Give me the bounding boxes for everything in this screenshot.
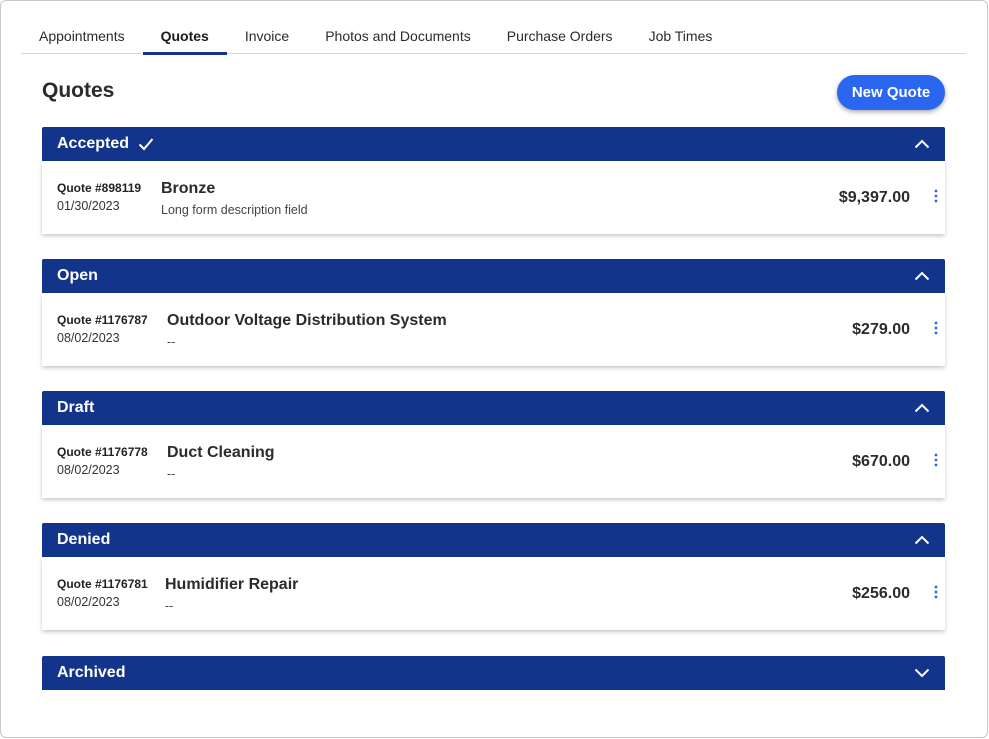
- chevron-up-icon[interactable]: [914, 535, 930, 545]
- tab-purchase-orders[interactable]: Purchase Orders: [489, 18, 631, 53]
- group-header-archived[interactable]: Archived: [42, 656, 945, 690]
- quote-description: --: [167, 335, 176, 349]
- chevron-up-icon[interactable]: [914, 139, 930, 149]
- quote-number: Quote #1176781: [57, 577, 148, 591]
- more-options-icon[interactable]: [933, 453, 939, 467]
- quote-date: 08/02/2023: [57, 463, 120, 477]
- quote-card[interactable]: Quote #1176781 08/02/2023 Humidifier Rep…: [42, 557, 945, 630]
- more-options-icon[interactable]: [933, 189, 939, 203]
- quote-date: 08/02/2023: [57, 331, 120, 345]
- chevron-up-icon[interactable]: [914, 403, 930, 413]
- tab-job-times[interactable]: Job Times: [631, 18, 731, 53]
- quote-title: Bronze: [161, 180, 216, 197]
- quote-amount: $256.00: [852, 585, 910, 602]
- quote-group-open: Open Quote #1176787 08/02/2023 Outdoor V…: [42, 259, 945, 366]
- page-title: Quotes: [42, 79, 115, 102]
- group-label: Archived: [57, 664, 126, 681]
- tab-invoice[interactable]: Invoice: [227, 18, 307, 53]
- quote-group-accepted: Accepted Quote #898119 01/30/2023 Bronze…: [42, 127, 945, 234]
- group-label: Draft: [57, 399, 95, 416]
- quote-card[interactable]: Quote #1176778 08/02/2023 Duct Cleaning …: [42, 425, 945, 498]
- group-label: Denied: [57, 531, 111, 548]
- tab-appointments[interactable]: Appointments: [21, 18, 143, 53]
- quote-title: Duct Cleaning: [167, 444, 275, 461]
- new-quote-button[interactable]: New Quote: [837, 75, 945, 110]
- quote-title: Outdoor Voltage Distribution System: [167, 312, 447, 329]
- quote-card[interactable]: Quote #898119 01/30/2023 Bronze Long for…: [42, 161, 945, 234]
- quote-title: Humidifier Repair: [165, 576, 299, 593]
- group-header-denied[interactable]: Denied: [42, 523, 945, 557]
- quote-description: --: [167, 467, 176, 481]
- quote-amount: $670.00: [852, 453, 910, 470]
- quote-number: Quote #898119: [57, 181, 142, 195]
- group-label: Accepted: [57, 135, 130, 152]
- tab-quotes[interactable]: Quotes: [142, 18, 228, 55]
- quote-number: Quote #1176778: [57, 445, 148, 459]
- quote-card[interactable]: Quote #1176787 08/02/2023 Outdoor Voltag…: [42, 293, 945, 366]
- more-options-icon[interactable]: [933, 585, 939, 599]
- chevron-down-icon[interactable]: [914, 668, 930, 678]
- quote-group-draft: Draft Quote #1176778 08/02/2023 Duct Cle…: [42, 391, 945, 498]
- group-label: Open: [57, 267, 98, 284]
- quote-date: 08/02/2023: [57, 595, 120, 609]
- quote-number: Quote #1176787: [57, 313, 148, 327]
- quote-date: 01/30/2023: [57, 199, 120, 213]
- quotes-panel: Appointments Quotes Invoice Photos and D…: [0, 0, 988, 738]
- quote-group-denied: Denied Quote #1176781 08/02/2023 Humidif…: [42, 523, 945, 630]
- quote-description: --: [165, 599, 174, 613]
- group-header-accepted[interactable]: Accepted: [42, 127, 945, 161]
- quote-group-archived: Archived: [42, 656, 945, 690]
- chevron-up-icon[interactable]: [914, 271, 930, 281]
- quote-description: Long form description field: [161, 203, 308, 217]
- tab-photos-and-documents[interactable]: Photos and Documents: [307, 18, 489, 53]
- quote-amount: $279.00: [852, 321, 910, 338]
- tab-bar: Appointments Quotes Invoice Photos and D…: [21, 18, 966, 55]
- group-header-draft[interactable]: Draft: [42, 391, 945, 425]
- more-options-icon[interactable]: [933, 321, 939, 335]
- quote-amount: $9,397.00: [838, 189, 910, 206]
- checkmark-icon: [138, 138, 154, 151]
- group-header-open[interactable]: Open: [42, 259, 945, 293]
